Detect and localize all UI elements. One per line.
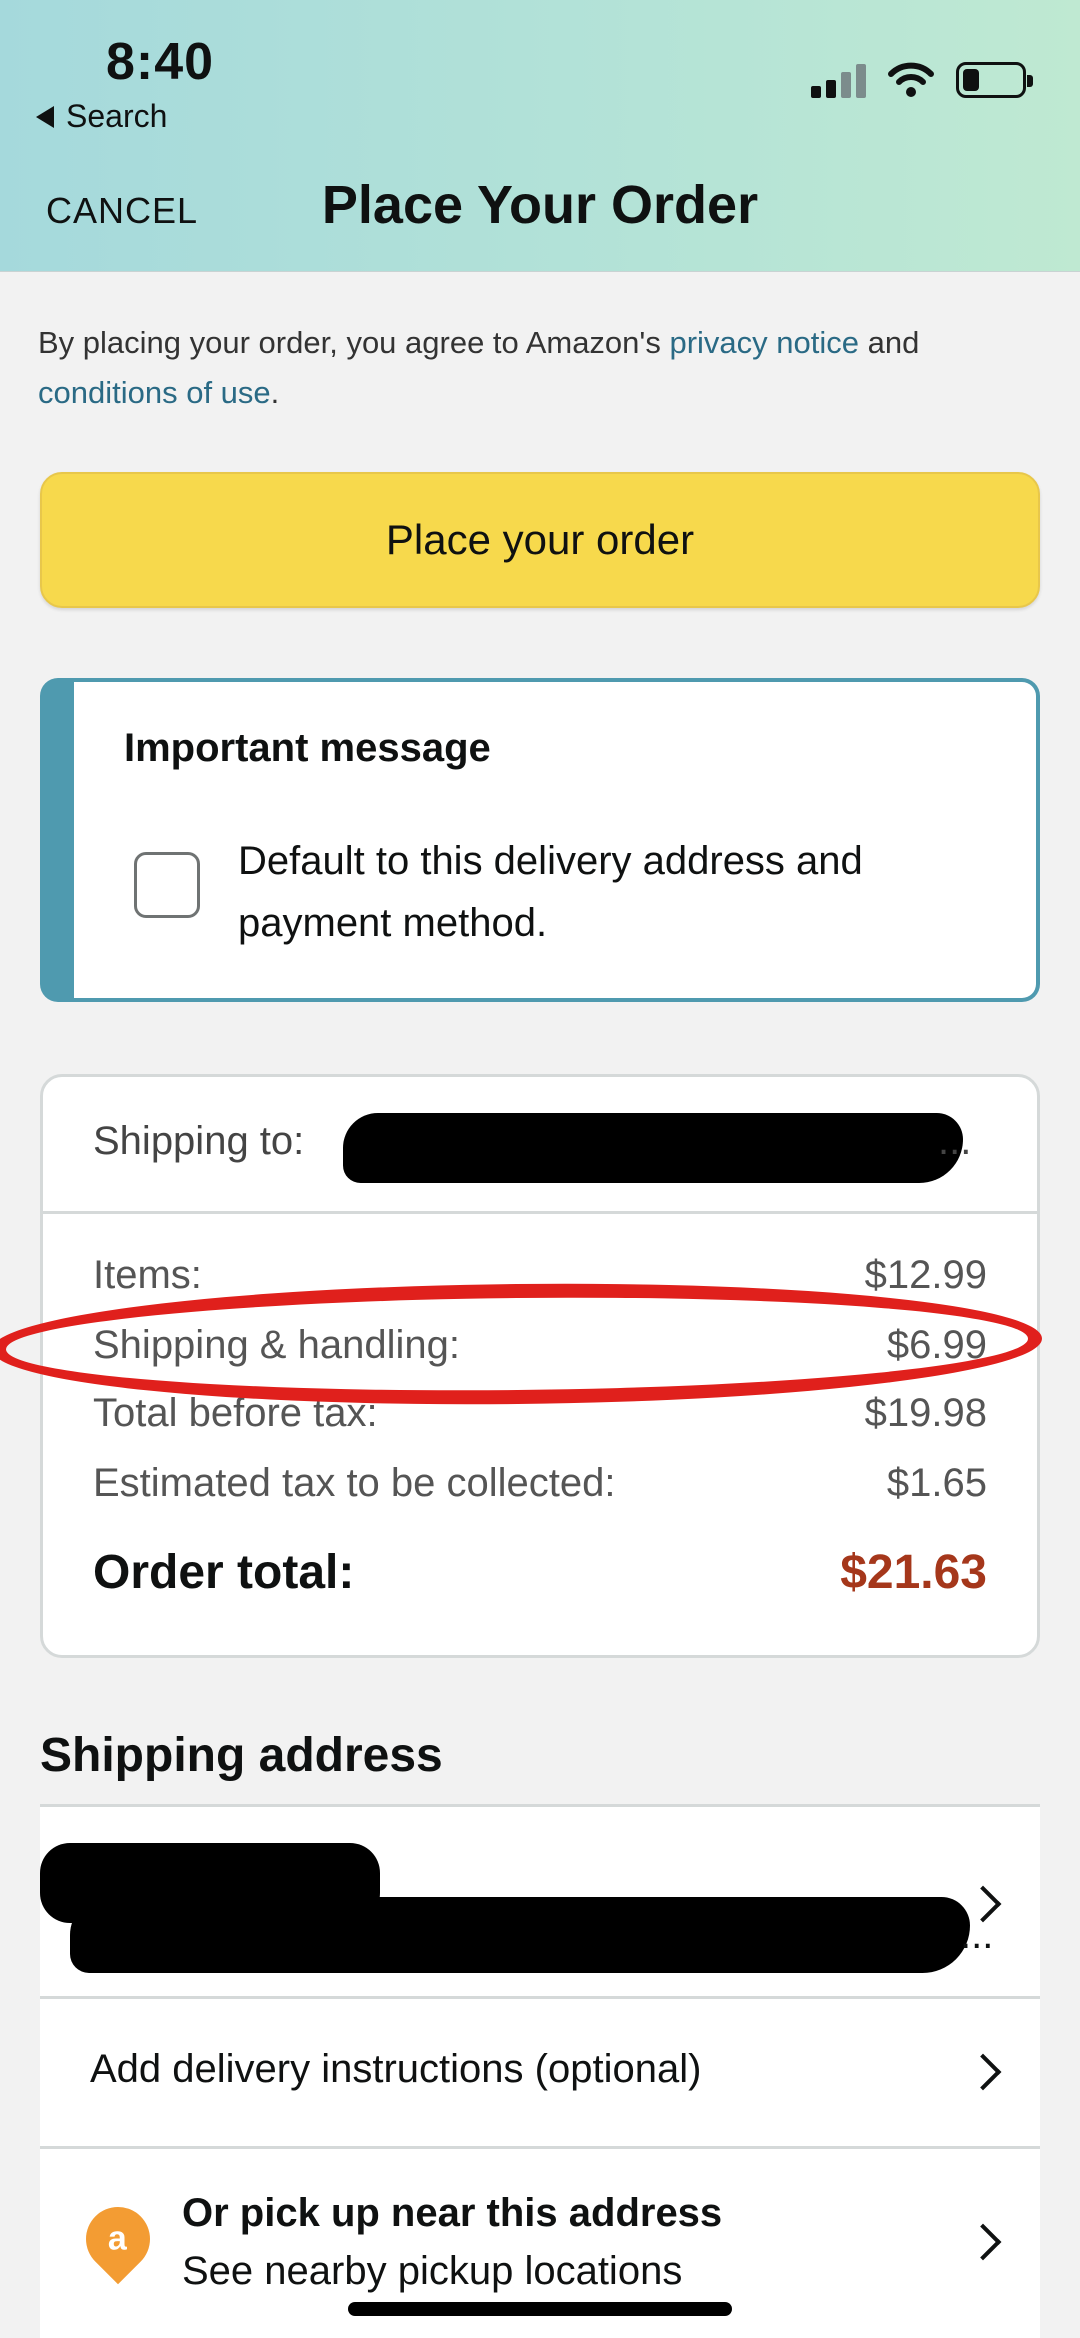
order-total-value: $21.63	[840, 1546, 987, 1599]
agreement-prefix: By placing your order, you agree to Amaz…	[38, 325, 670, 360]
redacted-name	[343, 1113, 963, 1183]
address-ellipsis: ...	[960, 1913, 994, 1957]
pickup-subtitle: See nearby pickup locations	[182, 2249, 683, 2293]
summary-row-tax: Estimated tax to be collected: $1.65	[93, 1461, 987, 1505]
delivery-instructions-label: Add delivery instructions (optional)	[90, 2047, 702, 2091]
back-to-search-link[interactable]: Search	[36, 98, 167, 135]
pickup-location-icon: a	[72, 2193, 164, 2285]
header-bar: 8:40 Search CANCEL Place Your Order	[0, 0, 1080, 272]
back-arrow-icon	[36, 105, 54, 128]
shipping-to-label: Shipping to:	[93, 1119, 305, 1163]
pickup-title: Or pick up near this address	[182, 2191, 723, 2235]
summary-divider	[43, 1211, 1037, 1214]
battery-icon	[956, 62, 1033, 98]
order-total-label: Order total:	[93, 1546, 355, 1599]
important-message-title: Important message	[124, 726, 491, 770]
redacted-address-line	[70, 1897, 970, 1973]
shipping-address-row[interactable]: ...	[40, 1804, 1040, 1996]
default-address-label[interactable]: Default to this delivery address and pay…	[238, 830, 998, 954]
status-time: 8:40	[106, 33, 215, 91]
back-search-label: Search	[66, 98, 168, 134]
order-total-row: Order total: $21.63	[93, 1545, 987, 1600]
conditions-of-use-link[interactable]: conditions of use	[38, 375, 271, 410]
agreement-mid: and	[858, 325, 920, 360]
signal-icon	[811, 62, 866, 98]
important-message-box: Important message Default to this delive…	[40, 678, 1040, 1002]
status-icons	[811, 62, 1033, 98]
place-order-button[interactable]: Place your order	[40, 472, 1040, 608]
shipping-address-title: Shipping address	[40, 1729, 443, 1782]
page-title: Place Your Order	[321, 175, 759, 235]
home-indicator	[348, 2302, 732, 2316]
delivery-instructions-row[interactable]: Add delivery instructions (optional)	[40, 1996, 1040, 2146]
privacy-notice-link[interactable]: privacy notice	[669, 325, 859, 360]
chevron-right-icon	[964, 2053, 1002, 2091]
chevron-right-icon	[964, 2223, 1002, 2261]
default-address-checkbox[interactable]	[134, 852, 200, 918]
wifi-icon	[888, 62, 934, 97]
shipping-to-ellipsis: ...	[938, 1119, 972, 1163]
agreement-text: By placing your order, you agree to Amaz…	[38, 318, 1038, 418]
agreement-suffix: .	[270, 375, 280, 410]
place-order-screen: 8:40 Search CANCEL Place Your Order By p…	[0, 0, 1080, 2338]
